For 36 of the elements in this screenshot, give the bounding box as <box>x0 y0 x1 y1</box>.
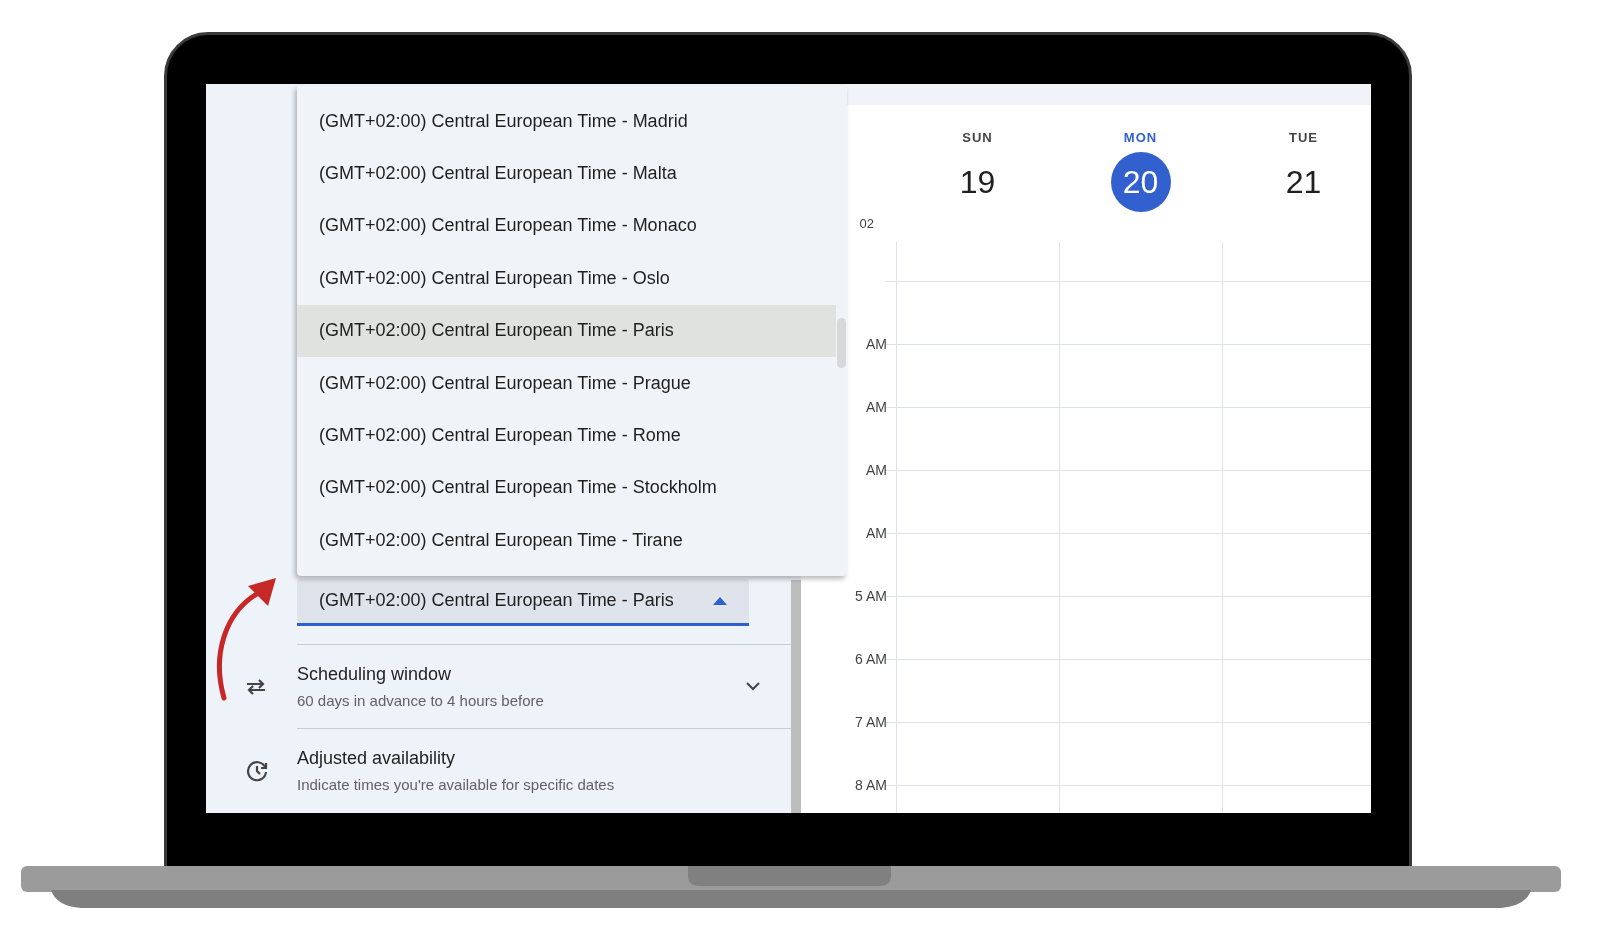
time-label: AM <box>866 463 887 477</box>
menu-option[interactable]: (GMT+02:00) Central European Time - Paris <box>297 304 836 357</box>
menu-option[interactable]: (GMT+02:00) Central European Time - Tirane <box>297 514 836 567</box>
timezone-label: 02 <box>859 215 874 233</box>
menu-option[interactable]: (GMT+02:00) Central European Time - Madrid <box>297 95 836 148</box>
time-label: AM <box>866 400 887 414</box>
day-name: SUN <box>962 129 993 147</box>
menu-option[interactable]: (GMT+02:00) Central European Time - Stockholm <box>297 461 836 515</box>
time-label: 6 AM <box>855 652 887 666</box>
time-label: 7 AM <box>855 715 887 729</box>
chevron-down-icon[interactable] <box>746 682 760 692</box>
menu-option[interactable]: (GMT+02:00) Central European Time - Rome <box>297 409 836 462</box>
setting-description: 60 days in advance to 4 hours before <box>297 690 545 711</box>
scrollbar-thumb[interactable] <box>837 318 846 368</box>
scrollbar-thumb[interactable] <box>791 580 801 813</box>
time-label: AM <box>866 526 887 540</box>
swap-arrows-icon <box>245 677 267 696</box>
history-clock-icon <box>245 759 269 784</box>
day-number[interactable]: 19 <box>947 151 1008 212</box>
time-label: AM <box>866 337 887 351</box>
setting-description: Indicate times you're available for specific dates <box>297 775 616 796</box>
day-name: MON <box>1123 129 1158 147</box>
settings-row[interactable]: Adjusted availability Indicate times you're available for specific dates <box>297 729 791 813</box>
menu-option[interactable]: (GMT+02:00) Central European Time - Oslo <box>297 252 836 305</box>
day-name: TUE <box>1289 129 1318 147</box>
time-label: 5 AM <box>855 589 887 603</box>
menu-option[interactable]: (GMT+02:00) Central European Time - Malta <box>297 147 836 200</box>
setting-title: Scheduling window <box>297 662 453 686</box>
menu-option[interactable]: (GMT+02:00) Central European Time - Monaco <box>297 199 836 253</box>
timezone-select[interactable]: (GMT+02:00) Central European Time - Paris <box>297 579 749 626</box>
settings-row[interactable]: Scheduling window 60 days in advance to 4 hours before <box>297 644 791 729</box>
menu-option[interactable]: (GMT+02:00) Central European Time - Prague <box>297 356 836 410</box>
time-label: 8 AM <box>855 778 887 792</box>
setting-title: Adjusted availability <box>297 747 457 771</box>
day-number[interactable]: 21 <box>1273 151 1334 212</box>
day-number[interactable]: 20 <box>1110 151 1171 212</box>
